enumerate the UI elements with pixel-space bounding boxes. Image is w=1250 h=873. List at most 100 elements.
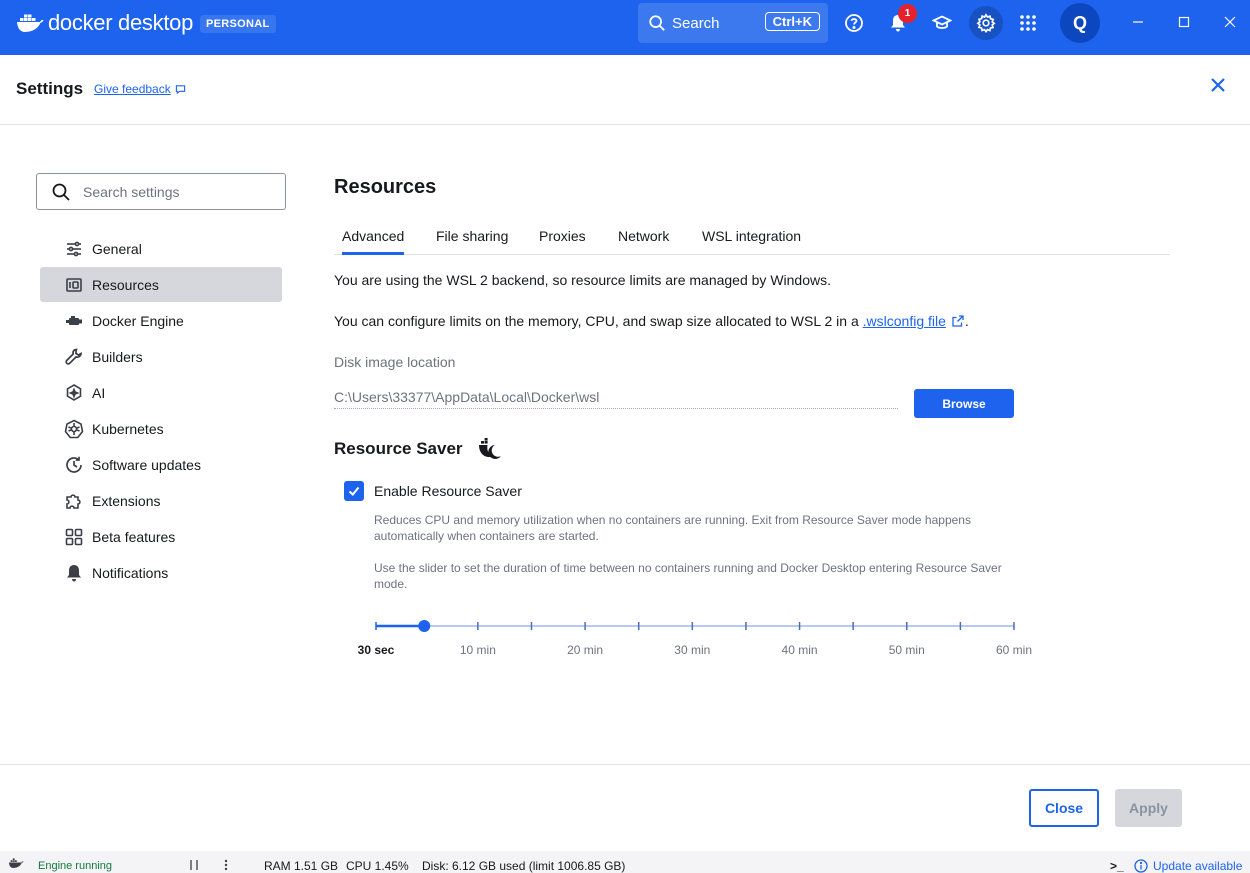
avatar[interactable]: Q <box>1060 3 1100 43</box>
browse-button[interactable]: Browse <box>914 389 1014 418</box>
ai-icon <box>63 382 85 404</box>
sidebar-item-label: Resources <box>92 276 159 293</box>
sidebar-item-extensions[interactable]: Extensions <box>40 483 282 518</box>
sidebar-item-label: Notifications <box>92 564 169 581</box>
tab-file-sharing[interactable]: File sharing <box>436 228 508 252</box>
gear-icon <box>976 13 996 33</box>
disk-location-label: Disk image location <box>334 354 456 370</box>
terminal-button[interactable]: >_ <box>1110 859 1124 873</box>
resource-saver-checkbox-label[interactable]: Enable Resource Saver <box>374 483 522 499</box>
maximize-icon <box>1178 16 1190 28</box>
puzzle-icon <box>63 490 85 512</box>
apply-button: Apply <box>1115 789 1182 827</box>
disk-usage: Disk: 6.12 GB used (limit 1006.85 GB) <box>422 859 626 873</box>
wslconfig-link[interactable]: .wslconfig file <box>863 313 946 329</box>
engine-icon <box>63 310 85 332</box>
sidebar-item-label: AI <box>92 384 106 401</box>
notification-count-badge: 1 <box>898 4 917 23</box>
kubernetes-icon <box>63 418 85 440</box>
update-available-link[interactable]: Update available <box>1153 859 1242 873</box>
checkmark-icon <box>348 486 360 496</box>
more-options-icon[interactable] <box>222 859 230 871</box>
settings-nav: General Resources Docker Engine Builders… <box>40 231 282 591</box>
settings-button[interactable] <box>969 6 1003 40</box>
wsl-notice: You are using the WSL 2 backend, so reso… <box>334 272 831 288</box>
sidebar-item-label: General <box>92 240 142 257</box>
page-title: Settings <box>16 79 84 98</box>
tab-advanced[interactable]: Advanced <box>342 228 405 255</box>
learning-center-button[interactable] <box>925 6 959 40</box>
help-icon <box>845 14 863 32</box>
sidebar-item-ai[interactable]: AI <box>40 375 282 410</box>
close-settings-icon[interactable] <box>1208 75 1228 95</box>
title-bar: docker desktop PERSONAL Search Ctrl+K 1 … <box>0 0 1250 55</box>
docker-logo[interactable]: docker desktop <box>16 10 193 36</box>
sidebar-item-beta-features[interactable]: Beta features <box>40 519 282 554</box>
resource-saver-slider[interactable]: 30 sec 10 min 20 min 30 min 40 min 50 min 60 m… <box>350 612 1050 672</box>
minimize-button[interactable] <box>1127 11 1149 33</box>
disk-path-field[interactable]: C:\Users\33377\AppData\Local\Docker\wsl <box>334 389 898 409</box>
settings-search[interactable] <box>36 173 286 210</box>
limits-text-start: You can configure limits on the memory, … <box>334 313 863 329</box>
wrench-icon <box>63 346 85 368</box>
slider-tick-label: 50 min <box>888 643 925 657</box>
sliders-icon <box>63 238 85 260</box>
apps-button[interactable] <box>1011 6 1045 40</box>
sidebar-item-label: Software updates <box>92 456 201 473</box>
search-label: Search <box>672 14 720 32</box>
resource-saver-checkbox[interactable] <box>344 481 364 501</box>
slider-description: Use the slider to set the duration of ti… <box>374 561 1002 591</box>
sidebar-item-resources[interactable]: Resources <box>40 267 282 302</box>
update-clock-icon <box>63 454 85 476</box>
app-name: docker desktop <box>48 10 193 35</box>
window-close-button[interactable] <box>1219 11 1241 33</box>
grid-icon <box>63 526 85 548</box>
bell-icon <box>63 562 85 584</box>
help-button[interactable] <box>837 6 871 40</box>
resource-saver-title: Resource Saver <box>334 439 463 458</box>
minimize-icon <box>1133 21 1143 23</box>
tab-wsl-integration[interactable]: WSL integration <box>702 228 801 252</box>
resource-saver-description: Reduces CPU and memory utilization when … <box>374 513 971 543</box>
footer-divider <box>0 764 1250 765</box>
search-shortcut: Ctrl+K <box>764 12 820 31</box>
resource-tabs: Advanced File sharing Proxies Network WS… <box>334 224 1170 255</box>
graduation-cap-icon <box>932 15 952 29</box>
apps-grid-icon <box>1020 15 1036 31</box>
maximize-button[interactable] <box>1173 11 1195 33</box>
feedback-icon <box>175 84 185 94</box>
give-feedback-label: Give feedback <box>94 82 171 96</box>
section-title: Resources <box>334 176 437 198</box>
engine-status[interactable]: Engine running <box>38 860 112 872</box>
slider-track-svg <box>375 620 1015 632</box>
sidebar-item-notifications[interactable]: Notifications <box>40 555 282 590</box>
slider-tick-label: 10 min <box>459 643 496 657</box>
slider-thumb[interactable] <box>418 620 431 632</box>
whale-status-icon <box>8 858 24 868</box>
resources-icon <box>63 274 85 296</box>
resource-saver-heading: Resource Saver <box>334 437 503 461</box>
plan-badge: PERSONAL <box>200 15 276 33</box>
limits-text: You can configure limits on the memory, … <box>334 313 969 329</box>
tab-proxies[interactable]: Proxies <box>539 228 586 252</box>
search-icon <box>52 183 70 201</box>
external-link-icon <box>952 315 964 327</box>
sidebar-item-docker-engine[interactable]: Docker Engine <box>40 303 282 338</box>
slider-tick-label: 60 min <box>995 643 1033 657</box>
close-button[interactable]: Close <box>1029 789 1099 827</box>
slider-tick-label: 30 sec <box>357 643 395 657</box>
sidebar-item-label: Beta features <box>92 528 176 545</box>
whale-icon <box>17 14 44 32</box>
sidebar-item-software-updates[interactable]: Software updates <box>40 447 282 482</box>
sidebar-item-kubernetes[interactable]: Kubernetes <box>40 411 282 446</box>
pause-icon[interactable] <box>188 859 200 871</box>
global-search[interactable]: Search Ctrl+K <box>638 3 828 43</box>
ram-usage: RAM 1.51 GB <box>264 859 339 873</box>
tab-network[interactable]: Network <box>618 228 669 252</box>
give-feedback-link[interactable]: Give feedback <box>94 82 186 96</box>
settings-search-input[interactable] <box>83 183 273 200</box>
sidebar-item-general[interactable]: General <box>40 231 282 266</box>
close-icon <box>1224 16 1236 28</box>
sidebar-item-builders[interactable]: Builders <box>40 339 282 374</box>
search-icon <box>649 15 665 31</box>
